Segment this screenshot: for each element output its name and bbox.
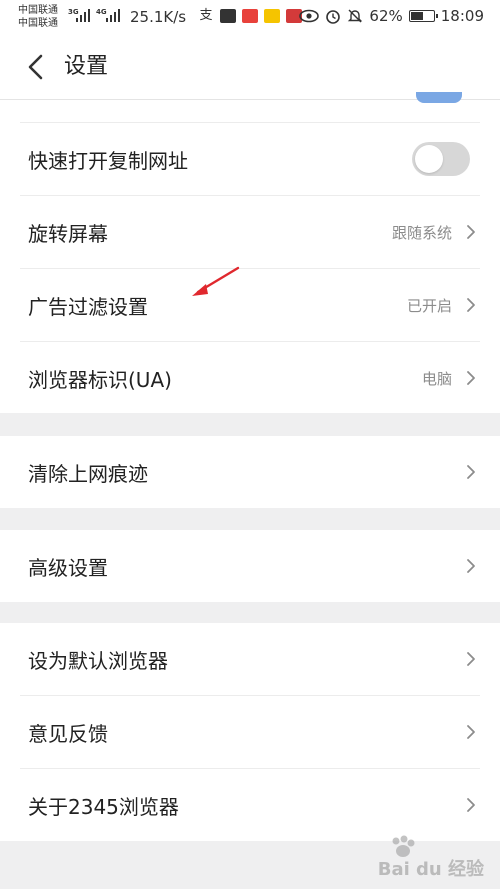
mute-bell-icon [348,9,363,23]
partial-toggle-above[interactable] [416,92,462,103]
quick-copy-toggle[interactable] [412,142,470,176]
row-advanced-settings[interactable]: 高级设置 [0,530,500,602]
row-label: 关于2345浏览器 [28,794,179,819]
alarm-icon [326,10,341,24]
row-feedback[interactable]: 意见反馈 [0,696,500,768]
back-arrow-icon[interactable] [22,52,52,82]
stock-icon [242,9,258,23]
status-bar: 中国联通 中国联通 3G 4G 25.1K/s 支 62% 18:09 [0,0,500,36]
page-title: 设置 [64,54,109,79]
chevron-right-icon [467,798,475,812]
row-label: 高级设置 [28,555,108,580]
app-bar: 设置 [0,36,500,100]
row-label: 旋转屏幕 [28,221,108,246]
annotation-arrow-icon [192,266,240,296]
toggle-knob [415,145,443,173]
chevron-right-icon [467,652,475,666]
settings-group-privacy: 清除上网痕迹 [0,436,500,508]
chevron-right-icon [467,465,475,479]
eye-icon [299,9,320,23]
settings-group-about: 设为默认浏览器 意见反馈 关于2345浏览器 [0,623,500,841]
row-label: 设为默认浏览器 [28,648,168,673]
row-value: 已开启 [406,296,452,315]
carrier-2: 中国联通 [18,18,58,29]
row-clear-history[interactable]: 清除上网痕迹 [0,436,500,508]
row-user-agent[interactable]: 浏览器标识(UA) 电脑 [0,342,500,414]
row-ad-filter[interactable]: 广告过滤设置 已开启 [0,269,500,341]
network-speed: 25.1K/s [130,8,187,26]
row-rotate-screen[interactable]: 旋转屏幕 跟随系统 [0,196,500,268]
clock: 18:09 [440,7,484,25]
news-icon [264,9,280,23]
battery-percent: 62% [369,7,403,25]
baidu-jingyan-watermark: Bai du 经验 [377,859,484,880]
chevron-right-icon [467,371,475,385]
settings-group-general: 快速打开复制网址 旋转屏幕 跟随系统 广告过滤设置 已开启 浏览器标识(UA) … [0,92,500,414]
row-label: 浏览器标识(UA) [28,367,172,392]
row-label: 意见反馈 [28,721,108,746]
settings-group-advanced: 高级设置 [0,530,500,602]
row-label: 广告过滤设置 [28,294,148,319]
chevron-right-icon [467,225,475,239]
row-quick-copy-url[interactable]: 快速打开复制网址 [0,123,500,195]
row-label: 清除上网痕迹 [28,461,148,486]
row-default-browser[interactable]: 设为默认浏览器 [0,623,500,695]
chevron-right-icon [467,725,475,739]
alipay-icon: 支 [199,8,213,23]
system-status: 62% 18:09 [299,7,484,25]
briefcase-icon [220,9,236,23]
carrier-names: 中国联通 中国联通 [18,4,58,30]
row-about[interactable]: 关于2345浏览器 [0,769,500,841]
row-value: 电脑 [421,369,452,388]
notification-icons: 支 [198,9,302,23]
row-label: 快速打开复制网址 [28,148,188,173]
battery-icon [408,10,438,22]
signal-icon [106,8,120,22]
carrier-1: 中国联通 [18,5,58,16]
chevron-right-icon [467,559,475,573]
chevron-right-icon [467,298,475,312]
signal-icon [76,8,90,22]
row-value: 跟随系统 [391,223,452,242]
